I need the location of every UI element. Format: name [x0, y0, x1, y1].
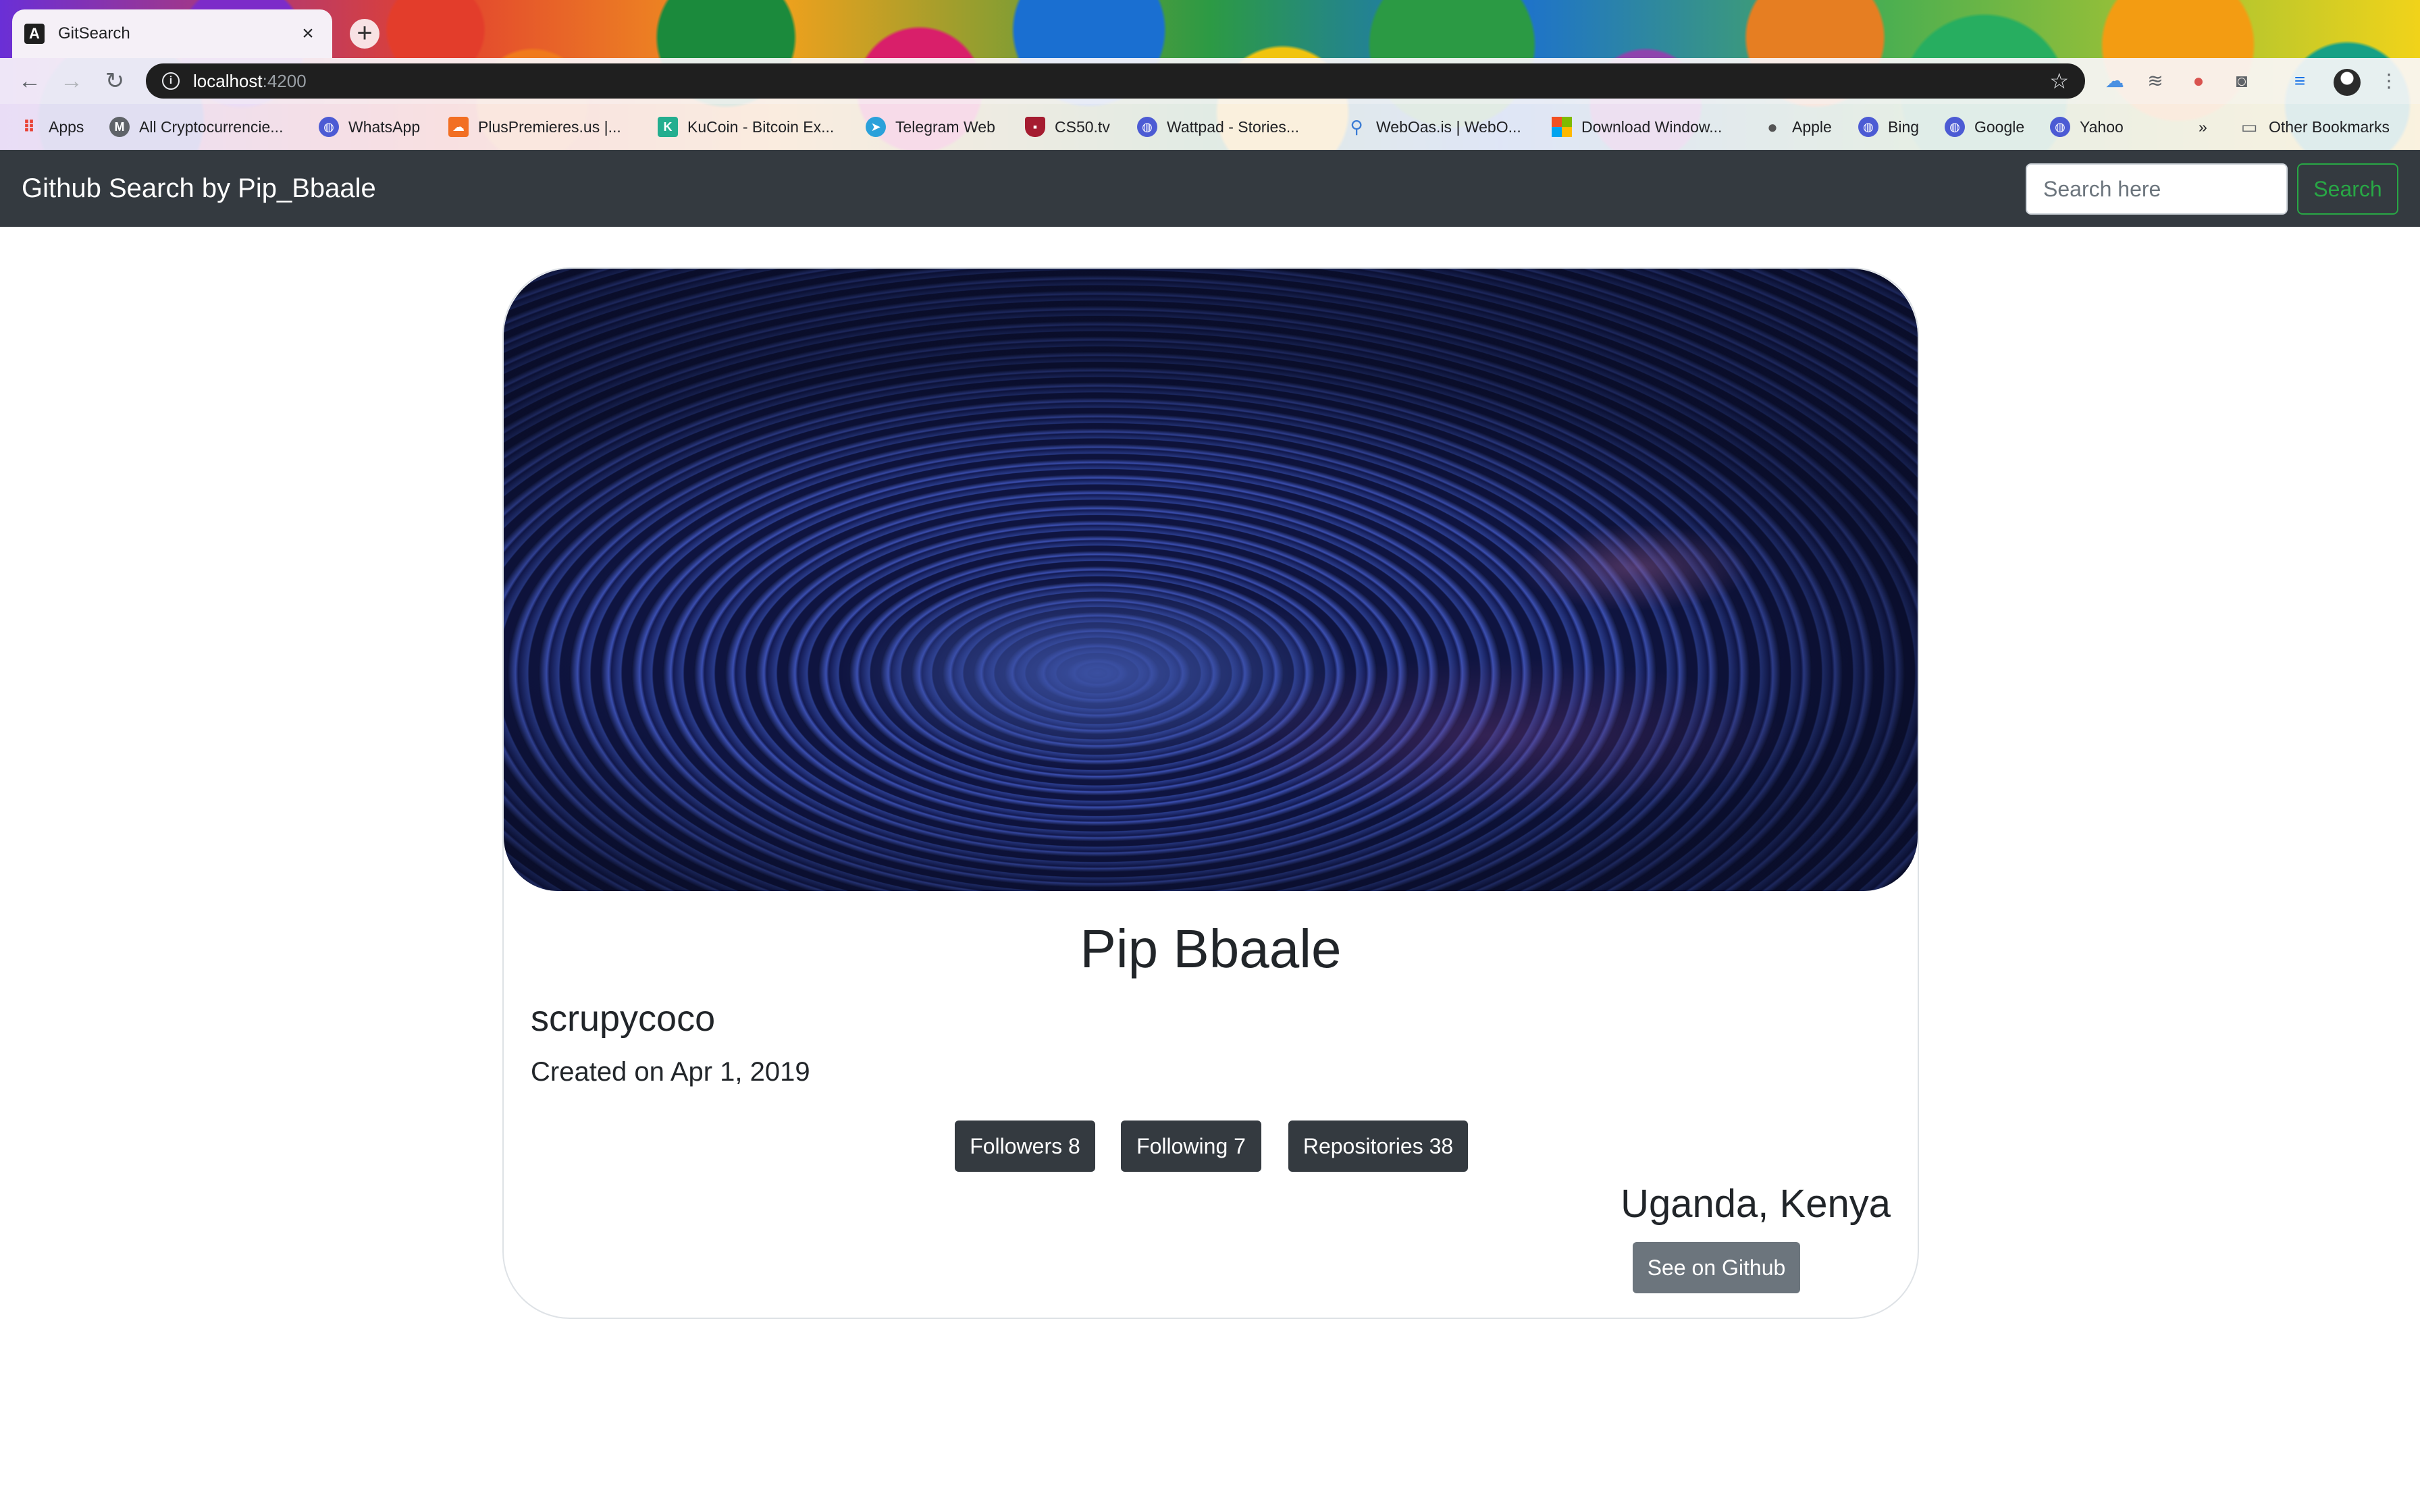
- apps-grid-icon: ⠿: [22, 117, 36, 136]
- tab-title: GitSearch: [58, 24, 130, 43]
- bookmark-google[interactable]: ◍ Google: [1945, 104, 2024, 150]
- close-tab-icon[interactable]: ×: [296, 22, 320, 45]
- bookmark-telegram[interactable]: ➤ Telegram Web: [866, 104, 995, 150]
- bookmark-star-icon[interactable]: ☆: [2049, 68, 2069, 94]
- bookmark-label: Wattpad - Stories...: [1167, 117, 1299, 136]
- bookmark-label: WhatsApp: [348, 117, 421, 136]
- bookmark-label: KuCoin - Bitcoin Ex...: [687, 117, 835, 136]
- folder-icon: ▭: [2240, 116, 2258, 137]
- bookmark-label: Other Bookmarks: [2269, 117, 2390, 136]
- harvard-shield-icon: ▪: [1025, 117, 1045, 137]
- bookmark-cryptocurrencies[interactable]: M All Cryptocurrencie...: [109, 104, 283, 150]
- bookmark-label: PlusPremieres.us |...: [478, 117, 621, 136]
- followers-badge[interactable]: Followers 8: [955, 1120, 1095, 1172]
- kucoin-icon: K: [658, 117, 678, 137]
- bookmark-label: Download Window...: [1581, 117, 1722, 136]
- browser-chrome: A GitSearch × + ← → ↻ i localhost :4200 …: [0, 0, 2420, 150]
- bookmark-label: Apple: [1792, 117, 1832, 136]
- profile-created-date: Created on Apr 1, 2019: [531, 1057, 810, 1087]
- bookmark-label: Yahoo: [2080, 117, 2124, 136]
- bookmark-kucoin[interactable]: K KuCoin - Bitcoin Ex...: [658, 104, 834, 150]
- coinmarketcap-icon: M: [109, 117, 130, 137]
- site-info-icon[interactable]: i: [162, 72, 180, 90]
- globe-icon: ◍: [1945, 117, 1965, 137]
- profile-username: scrupycoco: [531, 998, 716, 1039]
- profile-location: Uganda, Kenya: [1621, 1182, 1891, 1226]
- bookmark-wattpad[interactable]: ◍ Wattpad - Stories...: [1137, 104, 1299, 150]
- reload-icon[interactable]: ↻: [99, 65, 131, 97]
- bookmark-label: CS50.tv: [1055, 117, 1110, 136]
- other-bookmarks-folder[interactable]: ▭ Other Bookmarks: [2239, 104, 2390, 150]
- bookmark-label: Telegram Web: [895, 117, 995, 136]
- bookmark-download-windows[interactable]: Download Window...: [1552, 104, 1722, 150]
- cloud-extension-icon[interactable]: ☁: [2101, 68, 2128, 94]
- bookmark-cs50[interactable]: ▪ CS50.tv: [1025, 104, 1110, 150]
- search-input[interactable]: [2026, 163, 2288, 215]
- following-badge[interactable]: Following 7: [1121, 1120, 1261, 1172]
- telegram-icon: ➤: [866, 117, 886, 137]
- bookmark-label: All Cryptocurrencie...: [139, 117, 284, 136]
- back-icon[interactable]: ←: [14, 65, 46, 97]
- windows-icon: [1552, 117, 1572, 137]
- media-queue-icon[interactable]: ≡: [2286, 68, 2313, 94]
- tab-gitsearch[interactable]: A GitSearch ×: [12, 9, 332, 58]
- camera-extension-icon[interactable]: ◙: [2228, 68, 2255, 94]
- new-tab-button[interactable]: +: [350, 19, 379, 49]
- bookmark-bing[interactable]: ◍ Bing: [1858, 104, 1919, 150]
- url-host: localhost: [193, 70, 263, 91]
- profile-cover-image: [504, 269, 1918, 891]
- address-bar[interactable]: i localhost :4200 ☆: [146, 63, 2085, 99]
- browser-toolbar: ← → ↻ i localhost :4200 ☆ ☁ ≋ ● ◙ ≡ ⋮: [0, 58, 2420, 104]
- bookmark-label: Google: [1974, 117, 2025, 136]
- kebab-menu-icon[interactable]: ⋮: [2375, 68, 2402, 94]
- bookmark-label: WebOas.is | WebO...: [1376, 117, 1521, 136]
- search-button[interactable]: Search: [2297, 163, 2398, 215]
- apple-icon: ●: [1767, 116, 1778, 137]
- repositories-badge[interactable]: Repositories 38: [1288, 1120, 1468, 1172]
- bookmark-apple[interactable]: ● Apple: [1762, 104, 1832, 150]
- app-navbar: Github Search by Pip_Bbaale Search: [0, 150, 2420, 227]
- soundcloud-icon: ☁: [448, 117, 469, 137]
- profile-avatar[interactable]: [2334, 69, 2361, 96]
- bookmark-yahoo[interactable]: ◍ Yahoo: [2050, 104, 2124, 150]
- database-extension-icon[interactable]: ≋: [2142, 68, 2169, 94]
- bookmark-apps[interactable]: ⠿ Apps: [19, 104, 84, 150]
- bookmark-label: Bing: [1888, 117, 1920, 136]
- profile-card: Pip Bbaale scrupycoco Created on Apr 1, …: [502, 267, 1919, 1319]
- globe-icon: ◍: [1137, 117, 1157, 137]
- navbar-brand[interactable]: Github Search by Pip_Bbaale: [22, 150, 376, 227]
- bookmark-weboasis[interactable]: ⚲ WebOas.is | WebO...: [1346, 104, 1521, 150]
- forward-icon[interactable]: →: [55, 65, 88, 97]
- globe-icon: ◍: [319, 117, 339, 137]
- bookmark-pluspremieres[interactable]: ☁ PlusPremieres.us |...: [448, 104, 621, 150]
- angular-icon: A: [24, 24, 45, 44]
- record-extension-icon[interactable]: ●: [2185, 68, 2212, 94]
- bookmark-whatsapp[interactable]: ◍ WhatsApp: [319, 104, 420, 150]
- tab-strip: A GitSearch × +: [0, 0, 2420, 58]
- profile-name: Pip Bbaale: [1080, 919, 1342, 979]
- bookmarks-bar: ⠿ Apps M All Cryptocurrencie... ◍ WhatsA…: [0, 104, 2420, 150]
- globe-icon: ◍: [1858, 117, 1878, 137]
- url-port: :4200: [262, 70, 307, 91]
- bookmark-label: Apps: [49, 117, 84, 136]
- weboasis-icon: ⚲: [1350, 116, 1363, 137]
- bookmarks-overflow-button[interactable]: »: [2199, 104, 2207, 150]
- globe-icon: ◍: [2050, 117, 2070, 137]
- see-on-github-button[interactable]: See on Github: [1633, 1242, 1800, 1293]
- cover-image-texture: [504, 269, 1918, 891]
